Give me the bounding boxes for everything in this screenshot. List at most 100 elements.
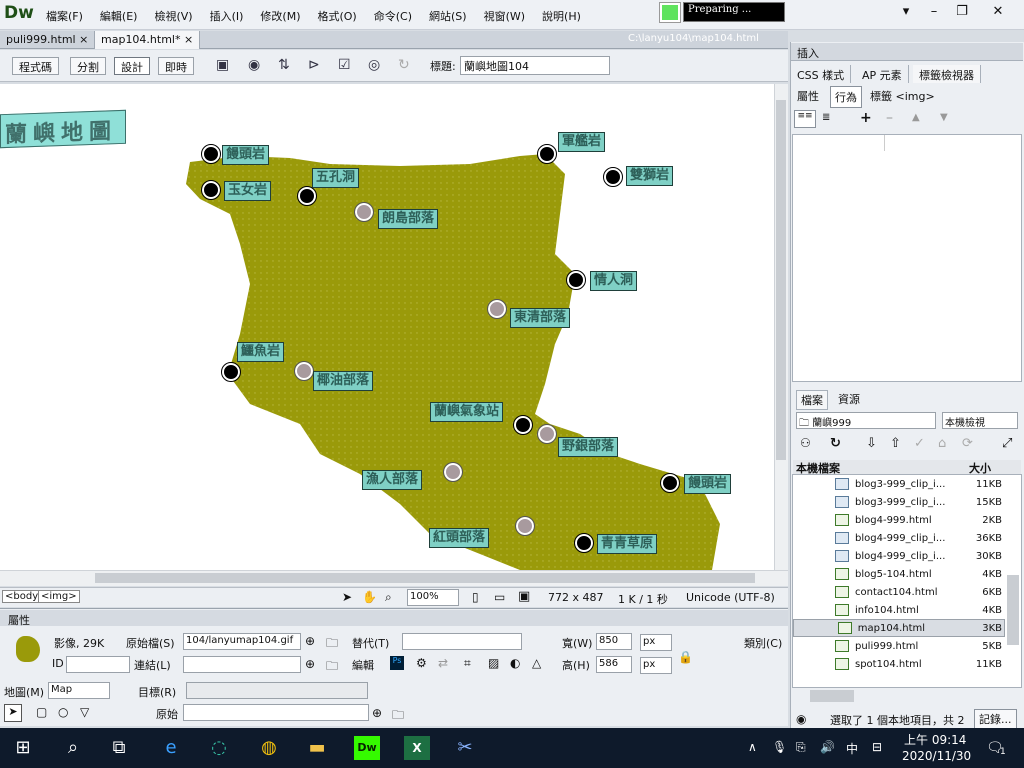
hotspot-mantou-rock-south[interactable] <box>660 473 680 493</box>
refresh-files-icon[interactable]: ↻ <box>830 436 841 451</box>
list-item[interactable]: blog5-104.html 4KB <box>793 565 1005 583</box>
split-view-button[interactable]: 分割 <box>70 57 106 75</box>
code-view-button[interactable]: 程式碼 <box>12 57 59 75</box>
map-name-input[interactable]: Map <box>48 682 110 699</box>
target-select[interactable] <box>186 682 368 699</box>
tablet-size-icon[interactable]: ▭ <box>494 590 505 604</box>
pointer-hotspot-icon[interactable]: ➤ <box>4 704 22 722</box>
design-view-button[interactable]: 設計 <box>114 57 150 75</box>
link-input[interactable] <box>183 656 301 673</box>
minimize-button[interactable]: – <box>920 4 948 22</box>
remove-behavior-icon[interactable]: – <box>886 110 893 126</box>
get-files-icon[interactable]: ⇩ <box>866 436 877 451</box>
horizontal-scroll-thumb[interactable] <box>95 573 755 583</box>
expand-panel-icon[interactable]: ⤢ <box>1002 436 1012 451</box>
put-files-icon[interactable]: ⇧ <box>890 436 901 451</box>
visual-aids-icon[interactable]: ⊳ <box>308 57 320 73</box>
hotspot-jade-rock[interactable] <box>201 180 221 200</box>
list-item[interactable]: spot104.html 11KB <box>793 655 1005 673</box>
hotspot-hongtou-village[interactable] <box>515 516 535 536</box>
hotspot-five-hole-cave[interactable] <box>297 186 317 206</box>
subtab-attributes[interactable]: 屬性 <box>793 86 823 106</box>
subtab-behaviors[interactable]: 行為 <box>830 86 862 108</box>
task-view-icon[interactable]: ⧉ <box>106 736 132 760</box>
snipping-tool-icon[interactable]: ✂ <box>452 736 478 760</box>
windows-start-icon[interactable]: ⊞ <box>10 736 36 760</box>
original-input[interactable] <box>183 704 369 721</box>
tab-close-icon[interactable]: × <box>184 33 193 46</box>
ime-indicator[interactable]: 中 <box>846 740 858 757</box>
close-button[interactable]: ✕ <box>984 4 1012 22</box>
tab-map104[interactable]: map104.html* × <box>95 31 201 49</box>
menu-site[interactable]: 網站(S) <box>429 8 467 24</box>
menu-help[interactable]: 說明(H) <box>542 8 581 24</box>
file-explorer-icon[interactable]: ▬ <box>304 736 330 760</box>
tray-chevron-icon[interactable]: ∧ <box>748 740 757 754</box>
menu-window[interactable]: 視窗(W) <box>484 8 525 24</box>
show-all-events-icon[interactable]: ≣ <box>822 112 830 123</box>
tab-assets[interactable]: 資源 <box>834 390 864 408</box>
edge-icon[interactable]: ◌ <box>206 736 232 760</box>
move-up-icon[interactable]: ▲ <box>912 112 920 123</box>
list-item[interactable]: blog4-999_clip_i... 36KB <box>793 529 1005 547</box>
add-behavior-icon[interactable]: + <box>860 110 872 126</box>
list-item[interactable]: contact104.html 6KB <box>793 583 1005 601</box>
hotspot-yeyin-village[interactable] <box>537 424 557 444</box>
hotspot-crocodile-rock[interactable] <box>221 362 241 382</box>
link-folder-icon[interactable]: 🗀 <box>326 657 338 678</box>
sharpen-icon[interactable]: △ <box>532 656 541 670</box>
height-unit-select[interactable]: px <box>640 657 672 674</box>
preview-browser-icon[interactable]: ◉ <box>248 57 260 73</box>
site-select[interactable]: 🗀 蘭嶼999 <box>796 412 936 429</box>
ie-icon[interactable]: e <box>158 736 184 760</box>
polygon-hotspot-icon[interactable]: ▽ <box>80 705 89 719</box>
hotspot-yayou-village[interactable] <box>294 361 314 381</box>
behaviors-list[interactable] <box>792 134 1022 382</box>
hotspot-mantou-rock[interactable] <box>201 144 221 164</box>
tab-ap-elements[interactable]: AP 元素 <box>856 65 909 83</box>
menu-file[interactable]: 檔案(F) <box>46 8 83 24</box>
live-view-button[interactable]: 即時 <box>158 57 194 75</box>
network-icon[interactable]: ⎘ <box>796 740 806 755</box>
browse-folder-icon[interactable]: 🗀 <box>326 634 338 655</box>
menu-modify[interactable]: 修改(M) <box>260 8 300 24</box>
list-item[interactable]: blog3-999_clip_i... 15KB <box>793 493 1005 511</box>
select-tool-icon[interactable]: ➤ <box>342 590 352 604</box>
rect-hotspot-icon[interactable]: ▢ <box>36 705 47 719</box>
chrome-icon[interactable]: ◍ <box>256 736 282 760</box>
hotspot-twin-lion-rock[interactable] <box>603 167 623 187</box>
menu-insert[interactable]: 插入(I) <box>210 8 244 24</box>
menu-commands[interactable]: 命令(C) <box>374 8 412 24</box>
list-item[interactable]: blog4-999.html 2KB <box>793 511 1005 529</box>
photoshop-icon[interactable]: Ps <box>390 656 404 670</box>
tab-css-styles[interactable]: CSS 樣式 <box>791 65 852 83</box>
file-list-scroll-thumb[interactable] <box>1007 575 1019 645</box>
list-item[interactable]: info104.html 4KB <box>793 601 1005 619</box>
multiscreen-icon[interactable]: ▣ <box>216 57 229 73</box>
clock-time[interactable]: 上午 09:14 <box>904 731 966 748</box>
list-item[interactable]: puli999.html 5KB <box>793 637 1005 655</box>
workspace-dropdown-icon[interactable]: ▾ <box>892 4 920 22</box>
hotspot-weather-station[interactable] <box>513 415 533 435</box>
menu-view[interactable]: 檢視(V) <box>154 8 192 24</box>
list-item[interactable]: blog3-999_clip_i... 11KB <box>793 475 1005 493</box>
tag-img[interactable]: <img> <box>38 590 80 603</box>
desktop-size-icon[interactable]: ▣ <box>518 589 530 604</box>
width-input[interactable]: 850 <box>596 633 632 650</box>
clock-date[interactable]: 2020/11/30 <box>902 749 971 763</box>
brightness-icon[interactable]: ◐ <box>510 656 520 670</box>
insert-panel-header[interactable]: 插入 <box>791 43 1023 61</box>
tab-files[interactable]: 檔案 <box>796 390 828 410</box>
menu-format[interactable]: 格式(O) <box>317 8 356 24</box>
microphone-icon[interactable]: 🎙 <box>772 740 787 754</box>
check-out-icon[interactable]: ✓ <box>914 436 925 451</box>
lock-ratio-icon[interactable]: 🔒 <box>678 650 693 664</box>
hotspot-lovers-cave[interactable] <box>566 270 586 290</box>
zoom-tool-icon[interactable]: ⌕ <box>385 590 392 605</box>
design-view[interactable] <box>0 84 774 570</box>
validate-icon[interactable]: ☑ <box>338 57 351 73</box>
hotspot-fisherman-village[interactable] <box>443 462 463 482</box>
search-icon[interactable]: ⌕ <box>60 736 86 760</box>
window-dimensions[interactable]: 772 x 487 <box>548 591 604 604</box>
check-in-icon[interactable]: ⌂ <box>938 436 946 451</box>
